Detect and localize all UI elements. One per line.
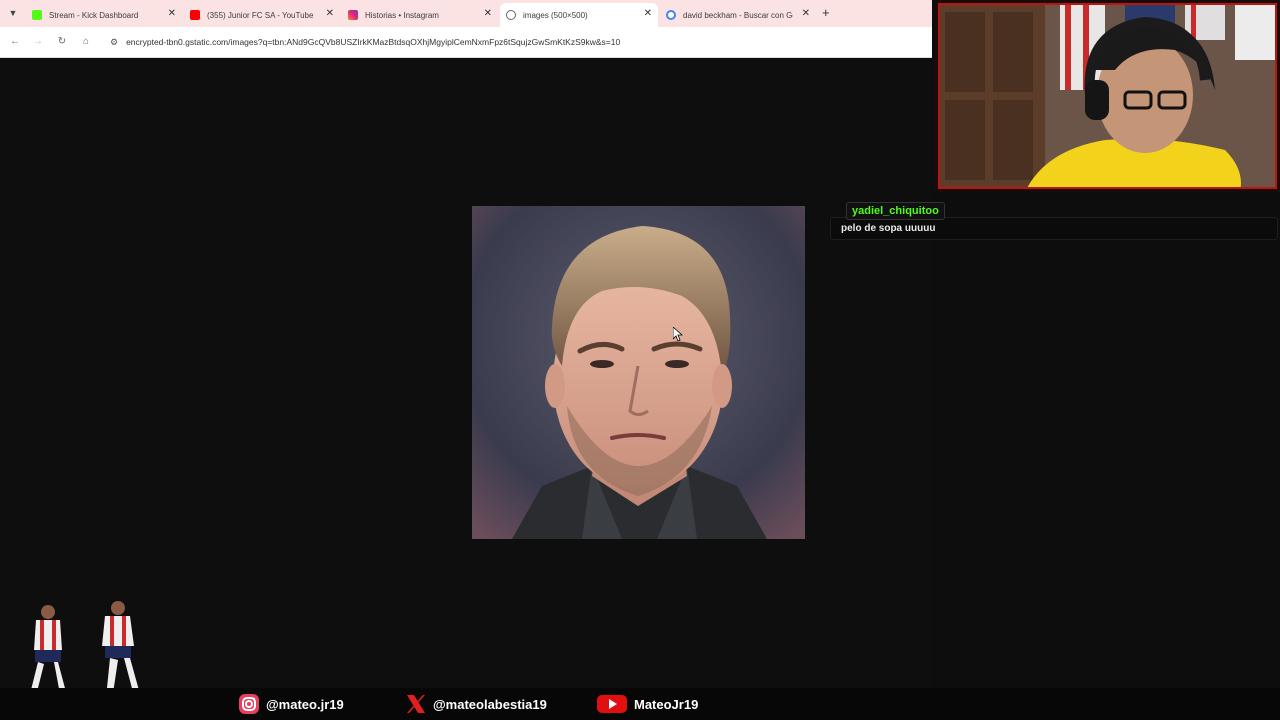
instagram-icon	[238, 693, 260, 715]
chat-username: yadiel_chiquitoo	[846, 202, 945, 220]
webcam-overlay	[935, 0, 1280, 192]
chat-message-overlay: pelo de sopa uuuuu yadiel_chiquitoo	[830, 200, 1278, 242]
tab-image-active[interactable]: images (500×500) ✕	[500, 3, 658, 27]
instagram-favicon-icon	[348, 10, 358, 20]
browser-toolbar: ← → ↻ ⌂ ⚙ encrypted-tbn0.gstatic.com/ima…	[0, 27, 932, 58]
kick-favicon-icon	[32, 10, 42, 20]
google-favicon-icon	[666, 10, 676, 20]
mouse-cursor-icon	[672, 326, 684, 346]
social-instagram: @mateo.jr19	[238, 693, 344, 715]
site-info-icon[interactable]: ⚙	[110, 37, 118, 48]
webcam-frame	[935, 0, 1280, 192]
tab-search-chevron-icon[interactable]: ▼	[6, 6, 20, 20]
chat-message-text: pelo de sopa uuuuu	[830, 217, 1278, 240]
displayed-image[interactable]	[472, 206, 805, 539]
tab-instagram[interactable]: Historias • Instagram ✕	[342, 3, 498, 27]
tab-title: images (500×500)	[523, 10, 588, 20]
social-youtube: MateoJr19	[596, 693, 698, 715]
tab-title: david beckham - Buscar con Go	[683, 10, 793, 20]
youtube-handle: MateoJr19	[634, 696, 699, 712]
instagram-handle: @mateo.jr19	[266, 696, 344, 712]
new-tab-plus-icon[interactable]: +	[822, 5, 830, 20]
social-links-bar: @mateo.jr19 @mateolabestia19 MateoJr19	[0, 688, 1280, 720]
tab-close-icon[interactable]: ✕	[484, 8, 492, 19]
tab-close-icon[interactable]: ✕	[802, 8, 810, 19]
tab-kick-dashboard[interactable]: Stream - Kick Dashboard ✕	[26, 3, 182, 27]
social-x: @mateolabestia19	[405, 693, 547, 715]
tab-title: Stream - Kick Dashboard	[49, 10, 139, 20]
browser-tab-bar: ▼ Stream - Kick Dashboard ✕ (355) Junior…	[0, 0, 932, 27]
youtube-icon	[596, 693, 628, 715]
tab-title: Historias • Instagram	[365, 10, 439, 20]
home-icon[interactable]: ⌂	[79, 35, 93, 49]
reload-icon[interactable]: ↻	[55, 35, 69, 49]
tab-title: (355) Junior FC SA - YouTube	[207, 10, 314, 20]
tab-close-icon[interactable]: ✕	[326, 8, 334, 19]
address-bar[interactable]: ⚙ encrypted-tbn0.gstatic.com/images?q=tb…	[104, 31, 926, 53]
url-text[interactable]: encrypted-tbn0.gstatic.com/images?q=tbn:…	[126, 37, 620, 47]
tab-google-search[interactable]: david beckham - Buscar con Go ✕	[660, 3, 816, 27]
back-arrow-icon[interactable]: ←	[8, 35, 22, 49]
x-handle: @mateolabestia19	[433, 696, 547, 712]
forward-arrow-icon[interactable]: →	[31, 35, 45, 49]
youtube-favicon-icon	[190, 10, 200, 20]
tab-close-icon[interactable]: ✕	[644, 8, 652, 19]
tab-youtube[interactable]: (355) Junior FC SA - YouTube ✕	[184, 3, 340, 27]
globe-favicon-icon	[506, 10, 516, 20]
tab-close-icon[interactable]: ✕	[168, 8, 176, 19]
x-icon	[405, 693, 427, 715]
